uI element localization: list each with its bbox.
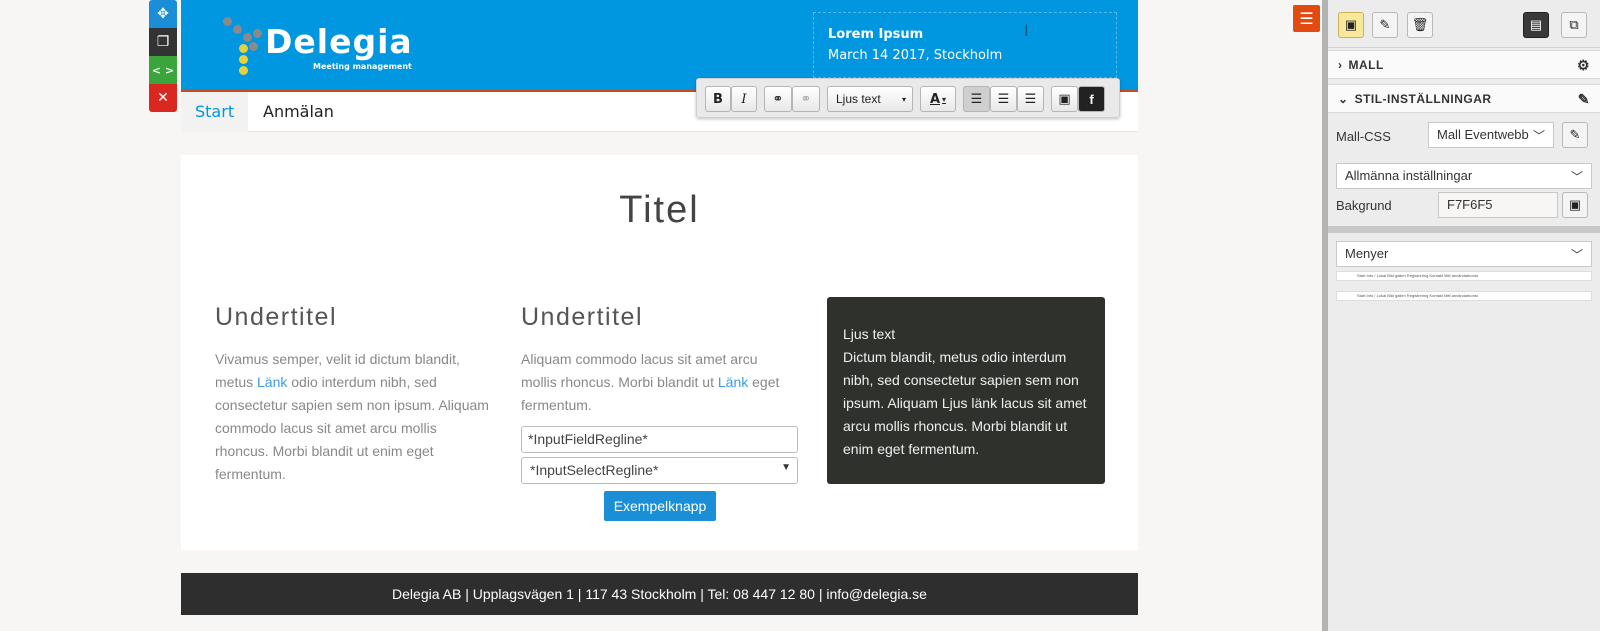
menus-select[interactable]: Menyer ﹀: [1336, 241, 1592, 267]
menu-toggle-icon[interactable]: ☰: [1293, 5, 1320, 32]
general-settings-select[interactable]: Allmänna inställningar ﹀: [1336, 163, 1592, 189]
mall-css-value: Mall Eventwebb 1: [1437, 127, 1540, 142]
logo-subtitle: Meeting management: [313, 62, 412, 71]
font-color-icon: A: [929, 91, 941, 107]
site-footer[interactable]: Delegia AB | Upplagsvägen 1 | 117 43 Sto…: [181, 573, 1138, 615]
menu-preview-1[interactable]: Start Info / Lokal Bild galleri Registre…: [1336, 271, 1592, 281]
chevron-down-icon: ﹀: [1532, 127, 1545, 144]
gear-icon[interactable]: ⚙: [1577, 57, 1590, 74]
code-icon[interactable]: < >: [149, 56, 177, 84]
text-format-toolbar: B I ⚭ ⚭ Ljus text ▾ A ▾ ☰ ☰ ☰ ▣ f: [696, 78, 1120, 118]
column-1-text[interactable]: Vivamus semper, velit id dictum blandit,…: [215, 348, 491, 486]
link-button[interactable]: ⚭: [764, 86, 792, 112]
section-mall-label: MALL: [1348, 57, 1384, 72]
header-subtitle[interactable]: March 14 2017, Stockholm: [828, 48, 1102, 63]
facebook-button[interactable]: f: [1078, 86, 1105, 112]
panel-toolbar: ▣ ✎ 🗑 ▤ ⧉: [1328, 0, 1600, 48]
header-text-block[interactable]: Lorem Ipsum March 14 2017, Stockholm I: [813, 12, 1117, 78]
align-center-button[interactable]: ☰: [990, 86, 1017, 112]
column-1-heading[interactable]: Undertitel: [215, 303, 491, 332]
bold-button[interactable]: B: [705, 86, 731, 112]
chevron-down-icon: ﹀: [1570, 248, 1583, 262]
delete-icon[interactable]: ✕: [149, 84, 177, 112]
font-color-button[interactable]: A ▾: [920, 86, 956, 112]
copy-icon[interactable]: ❐: [149, 28, 177, 56]
page-title[interactable]: Titel: [181, 189, 1138, 232]
unlink-button[interactable]: ⚭: [792, 86, 820, 112]
input-field[interactable]: *InputFieldRegline*: [521, 426, 798, 453]
column-1-link[interactable]: Länk: [257, 374, 287, 390]
save-icon[interactable]: ▣: [1338, 12, 1364, 38]
dark-text-box[interactable]: Ljus text Dictum blandit, metus odio int…: [827, 297, 1105, 484]
section-mall[interactable]: › MALL ⚙: [1328, 50, 1600, 79]
darkbox-body: Dictum blandit, metus odio interdum nibh…: [843, 349, 1087, 457]
nav-item-start[interactable]: Start: [181, 92, 249, 132]
content-column-2: Undertitel Aliquam commodo lacus sit ame…: [521, 303, 797, 417]
align-left-button[interactable]: ☰: [963, 86, 990, 112]
menus-value: Menyer: [1345, 246, 1389, 261]
logo-wordmark: Delegia: [265, 22, 413, 61]
content-column-1: Undertitel Vivamus semper, velit id dict…: [215, 303, 491, 486]
eraser-icon[interactable]: ✎: [1372, 12, 1398, 38]
style-select[interactable]: Ljus text ▾: [827, 86, 913, 112]
dropdown-caret-icon: ▾: [901, 94, 906, 104]
column-2-link[interactable]: Länk: [718, 374, 748, 390]
pencil-icon[interactable]: ✎: [1578, 91, 1590, 108]
column-1-text-end: odio interdum nibh, sed consectetur sapi…: [215, 374, 489, 482]
move-icon[interactable]: ✥: [149, 0, 177, 28]
nav-item-anmalan[interactable]: Anmälan: [263, 92, 334, 132]
text-cursor-icon: I: [1024, 21, 1029, 40]
window-icon[interactable]: ⧉: [1561, 12, 1587, 38]
eraser-icon[interactable]: ✎: [1562, 122, 1588, 148]
layout-icon[interactable]: ▤: [1523, 12, 1549, 38]
mall-css-select[interactable]: Mall Eventwebb 1 ﹀: [1428, 122, 1554, 148]
section-stil[interactable]: ⌄ STIL-INSTÄLLNINGAR ✎: [1328, 84, 1600, 113]
style-select-value: Ljus text: [836, 92, 881, 106]
image-button[interactable]: ▣: [1051, 86, 1078, 112]
chevron-down-icon: ﹀: [1570, 170, 1583, 184]
header-title[interactable]: Lorem Ipsum: [828, 27, 1102, 42]
align-right-button[interactable]: ☰: [1017, 86, 1044, 112]
panel-separator: [1328, 226, 1600, 233]
input-select-value: *InputSelectRegline*: [530, 462, 659, 478]
section-stil-label: STIL-INSTÄLLNINGAR: [1354, 91, 1492, 106]
chevron-down-icon: ⌄: [1338, 91, 1349, 106]
main-content: Titel Undertitel Vivamus semper, velit i…: [181, 155, 1138, 550]
column-2-heading[interactable]: Undertitel: [521, 303, 797, 332]
darkbox-first-line: Ljus text: [843, 326, 896, 342]
delegia-logo: Delegia Meeting management: [215, 12, 425, 76]
element-tools: ✥ ❐ < > ✕: [149, 0, 177, 112]
image-icon[interactable]: ▣: [1562, 192, 1588, 218]
example-button[interactable]: Exempelknapp: [604, 491, 716, 521]
general-settings-value: Allmänna inställningar: [1345, 168, 1473, 183]
mall-css-label: Mall-CSS: [1336, 129, 1391, 144]
italic-button[interactable]: I: [731, 86, 757, 112]
background-label: Bakgrund: [1336, 198, 1392, 213]
input-select[interactable]: *InputSelectRegline* ▼: [521, 457, 798, 484]
menu-preview-2[interactable]: Start Info / Lokal Bild galleri Registre…: [1336, 291, 1592, 301]
background-color-input[interactable]: F7F6F5: [1438, 192, 1558, 218]
trash-icon[interactable]: 🗑: [1407, 12, 1433, 38]
select-arrow-icon: ▼: [781, 462, 791, 473]
column-2-text[interactable]: Aliquam commodo lacus sit amet arcu moll…: [521, 348, 797, 417]
settings-panel: ▣ ✎ 🗑 ▤ ⧉ › MALL ⚙ ⌄ STIL-INSTÄLLNINGAR …: [1328, 0, 1600, 631]
chevron-right-icon: ›: [1338, 57, 1343, 72]
